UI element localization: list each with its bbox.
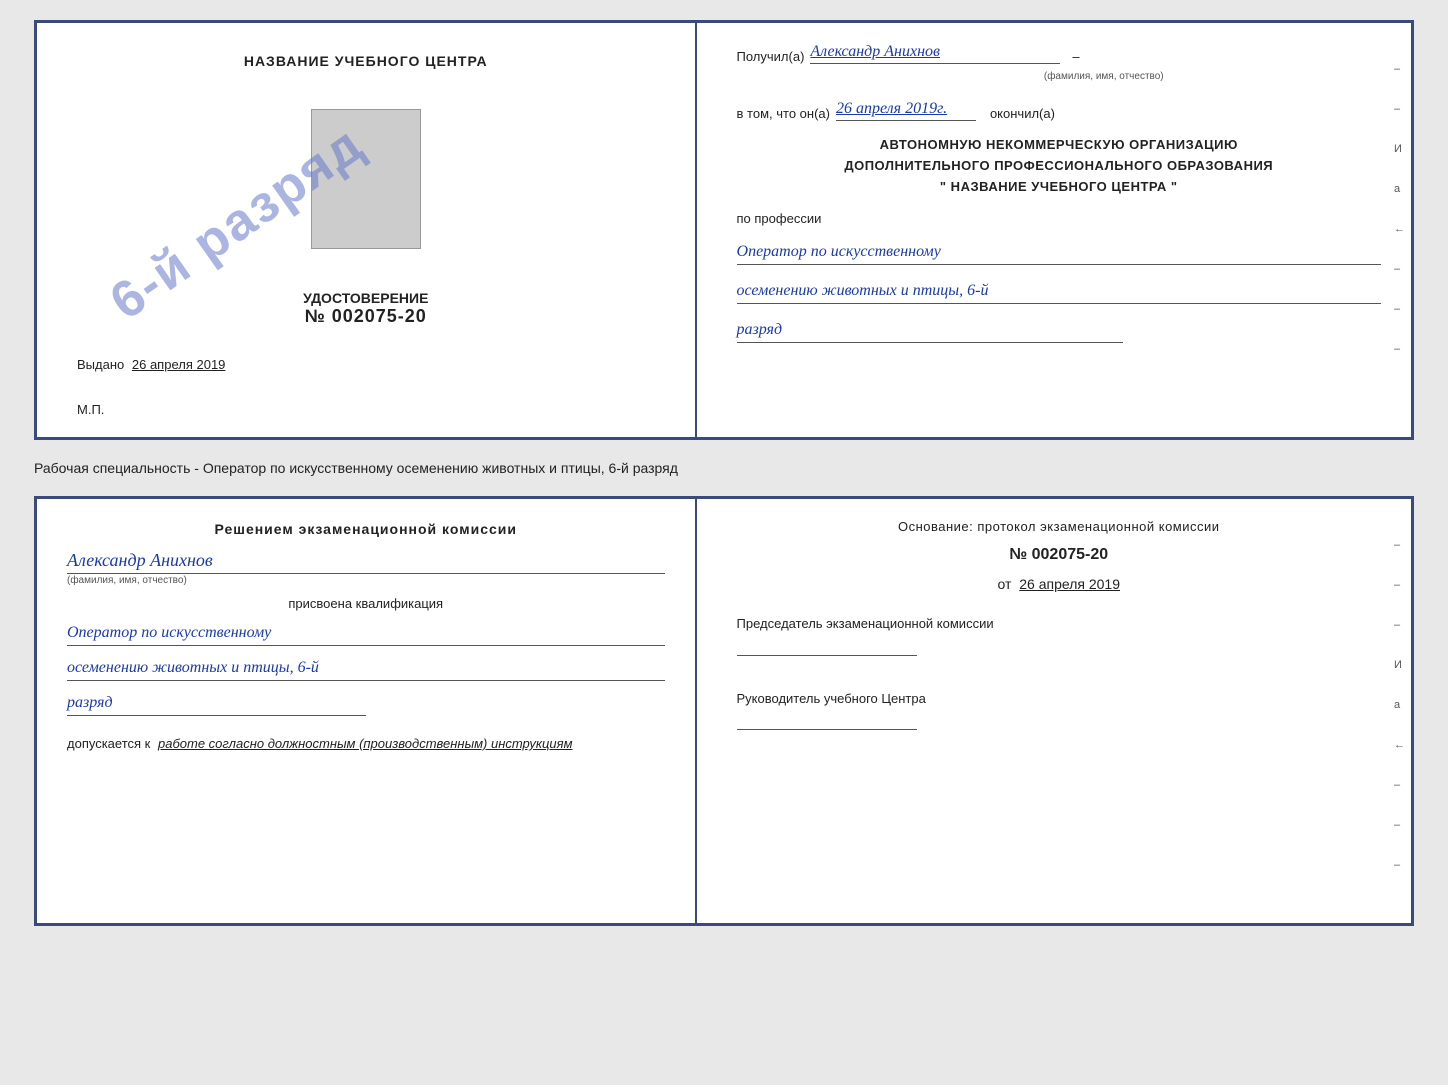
chairman-label: Председатель экзаменационной комиссии <box>737 614 1381 634</box>
pro-label: по профессии <box>737 211 1381 226</box>
protocol-date-value: 26 апреля 2019 <box>1019 576 1120 592</box>
vydano-label: Выдано <box>77 357 124 372</box>
qual-value2: осеменению животных и птицы, 6-й <box>67 656 665 681</box>
org-line1: АВТОНОМНУЮ НЕКОММЕРЧЕСКУЮ ОРГАНИЗАЦИЮ <box>737 135 1381 156</box>
udost-label: УДОСТОВЕРЕНИЕ <box>303 290 428 306</box>
udostoverenie-block: УДОСТОВЕРЕНИЕ № 002075-20 <box>303 290 428 327</box>
qual-value3: разряд <box>67 691 366 716</box>
right-marks: – – И а ← – – – <box>1394 63 1405 355</box>
mp-label: М.П. <box>77 402 104 417</box>
chairman-block: Председатель экзаменационной комиссии <box>737 614 1381 661</box>
vtom-row: в том, что он(а) 26 апреля 2019г. окончи… <box>737 100 1381 121</box>
dopuskaetsya-label: допускается к <box>67 736 150 751</box>
org-block: АВТОНОМНУЮ НЕКОММЕРЧЕСКУЮ ОРГАНИЗАЦИЮ ДО… <box>737 135 1381 197</box>
protocol-date-prefix: от <box>997 576 1011 592</box>
bottom-document: Решением экзаменационной комиссии Алекса… <box>34 496 1414 926</box>
vydano-date: 26 апреля 2019 <box>132 357 226 372</box>
poluchil-row: Получил(а) Александр Анихнов – <box>737 43 1381 64</box>
top-doc-left: НАЗВАНИЕ УЧЕБНОГО ЦЕНТРА УДОСТОВЕРЕНИЕ №… <box>37 23 697 437</box>
protocol-number: № 002075-20 <box>737 546 1381 564</box>
person-name-value: Александр Анихнов <box>67 550 665 574</box>
org-line2: ДОПОЛНИТЕЛЬНОГО ПРОФЕССИОНАЛЬНОГО ОБРАЗО… <box>737 156 1381 177</box>
osnov-label: Основание: протокол экзаменационной коми… <box>737 519 1381 534</box>
rukov-signature-line <box>737 708 917 730</box>
pro-value1: Оператор по искусственному <box>737 240 1381 265</box>
photo-placeholder <box>311 109 421 249</box>
subtitle: Рабочая специальность - Оператор по иску… <box>34 456 1414 480</box>
org-line3: " НАЗВАНИЕ УЧЕБНОГО ЦЕНТРА " <box>737 177 1381 198</box>
dopuskaetsya-value: работе согласно должностным (производств… <box>158 736 573 751</box>
protocol-date: от 26 апреля 2019 <box>737 576 1381 592</box>
udost-number: № 002075-20 <box>303 306 428 327</box>
rukov-block: Руководитель учебного Центра <box>737 689 1381 736</box>
qual-value1: Оператор по искусственному <box>67 621 665 646</box>
chairman-signature-line <box>737 634 917 656</box>
poluchil-label: Получил(а) <box>737 49 805 64</box>
page-container: НАЗВАНИЕ УЧЕБНОГО ЦЕНТРА УДОСТОВЕРЕНИЕ №… <box>34 20 1414 926</box>
pro-value3: разряд <box>737 318 1124 343</box>
top-center-title: НАЗВАНИЕ УЧЕБНОГО ЦЕНТРА <box>244 53 488 69</box>
decision-title: Решением экзаменационной комиссии <box>67 519 665 540</box>
pro-value2: осеменению животных и птицы, 6-й <box>737 279 1381 304</box>
vydano-block: Выдано 26 апреля 2019 <box>77 357 225 372</box>
top-document: НАЗВАНИЕ УЧЕБНОГО ЦЕНТРА УДОСТОВЕРЕНИЕ №… <box>34 20 1414 440</box>
person-sublabel: (фамилия, имя, отчество) <box>67 575 665 586</box>
bottom-doc-left: Решением экзаменационной комиссии Алекса… <box>37 499 697 923</box>
rukov-label: Руководитель учебного Центра <box>737 689 1381 709</box>
vtom-label: в том, что он(а) <box>737 106 830 121</box>
okonchil-label: окончил(а) <box>990 106 1055 121</box>
assign-label: присвоена квалификация <box>67 596 665 611</box>
dopuskaetsya-block: допускается к работе согласно должностны… <box>67 736 665 751</box>
poluchil-name: Александр Анихнов <box>810 43 1060 64</box>
name-sublabel: (фамилия, имя, отчество) <box>827 71 1381 82</box>
vtom-date: 26 апреля 2019г. <box>836 100 976 121</box>
bottom-person-name: Александр Анихнов (фамилия, имя, отчеств… <box>67 550 665 586</box>
top-doc-right: Получил(а) Александр Анихнов – (фамилия,… <box>697 23 1411 437</box>
bottom-right-marks: – – – И а ← – – – <box>1394 539 1405 871</box>
bottom-doc-right: Основание: протокол экзаменационной коми… <box>697 499 1411 923</box>
